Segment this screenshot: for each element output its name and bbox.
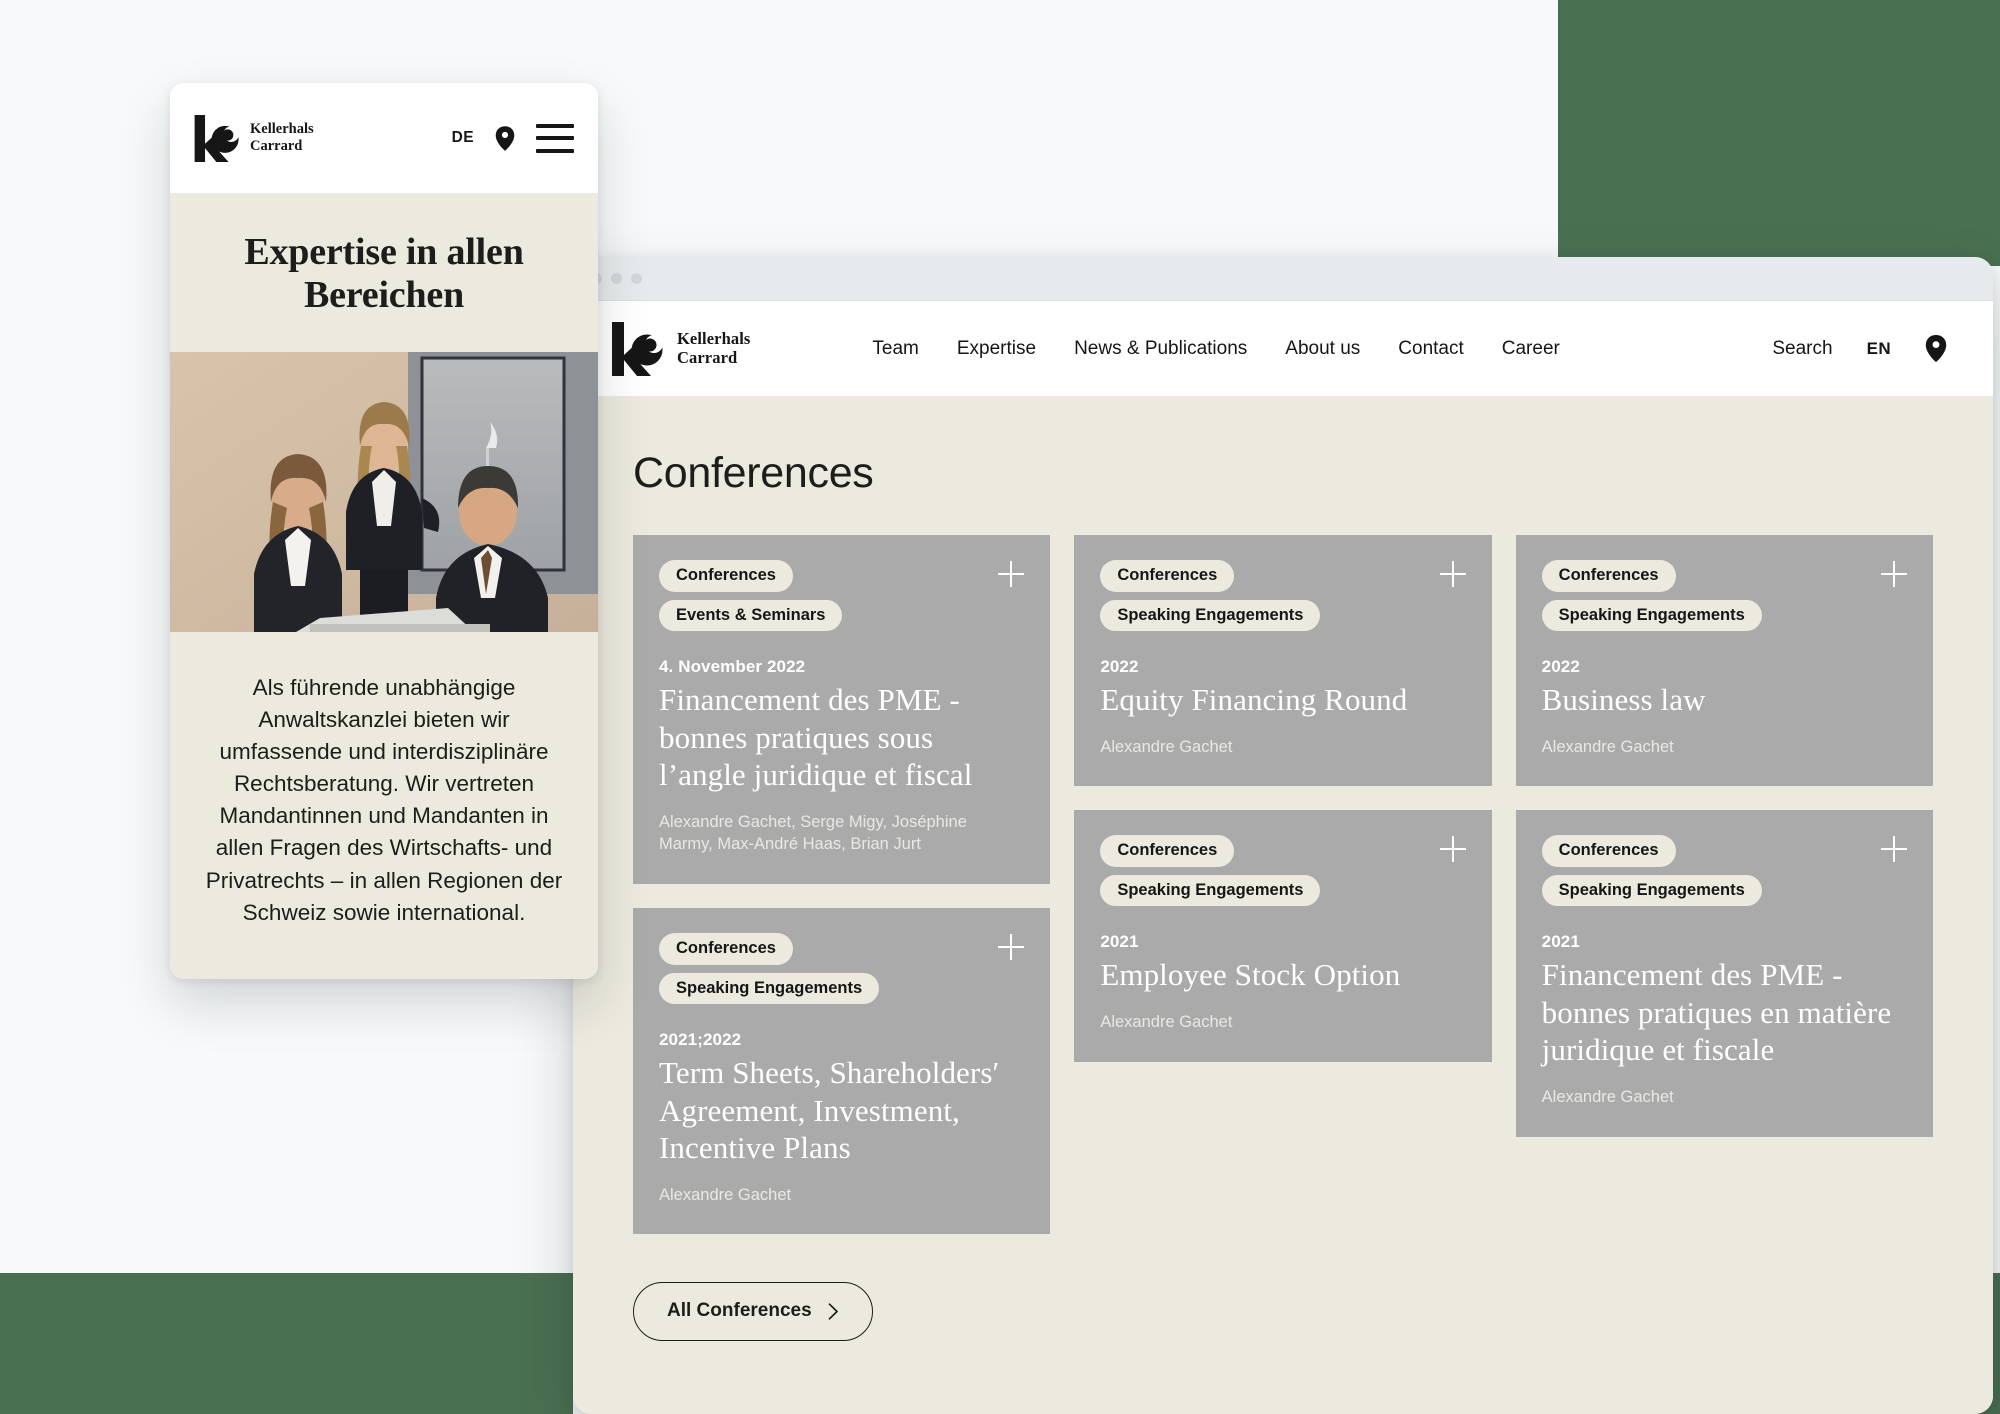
nav-item-career[interactable]: Career (1502, 338, 1560, 360)
tag-chip[interactable]: Conferences (1100, 560, 1235, 592)
search-button[interactable]: Search (1772, 338, 1832, 360)
grid-column-3: Conferences Speaking Engagements 2022 Bu… (1515, 535, 1933, 1137)
backdrop-green-right (1558, 0, 2000, 266)
nav-utilities: Search EN (1772, 335, 1947, 362)
language-switcher[interactable]: EN (1867, 339, 1891, 359)
mobile-header: Kellerhals Carrard DE (170, 83, 598, 193)
tag-chip[interactable]: Conferences (659, 933, 793, 965)
mobile-hero: Expertise in allen Bereichen (170, 193, 598, 352)
page-title: Conferences (633, 449, 874, 497)
card-authors: Alexandre Gachet (1100, 737, 1233, 756)
nav-item-team[interactable]: Team (872, 338, 918, 360)
card-tag-list: Conferences Events & Seminars (659, 560, 1024, 631)
page-content: Conferences Conferences Events & Seminar… (573, 397, 1993, 1414)
conference-card[interactable]: Conferences Speaking Engagements 2021;20… (633, 908, 1051, 1235)
site-logo[interactable]: Kellerhals Carrard (609, 320, 750, 378)
primary-nav: Team Expertise News & Publications About… (872, 338, 1559, 360)
conference-card[interactable]: Conferences Speaking Engagements 2021 Fi… (1515, 810, 1933, 1137)
location-pin-icon[interactable] (495, 125, 515, 151)
tag-chip[interactable]: Speaking Engagements (1100, 874, 1321, 907)
mobile-language-switcher[interactable]: DE (452, 129, 474, 147)
tag-chip[interactable]: Conferences (1541, 560, 1676, 592)
conferences-card-grid: Conferences Events & Seminars 4. Novembe… (633, 535, 1933, 1235)
nav-item-expertise[interactable]: Expertise (957, 338, 1036, 360)
conference-card[interactable]: Conferences Speaking Engagements 2021 Em… (1074, 810, 1492, 1062)
card-tag-list: Conferences Speaking Engagements (659, 933, 1024, 1005)
brand-wordmark: Kellerhals Carrard (250, 121, 314, 154)
card-title: Financement des PME - bonnes pratiques s… (659, 682, 973, 792)
card-tag-list: Conferences Speaking Engagements (1541, 560, 1907, 631)
desktop-browser-mockup: Kellerhals Carrard Team Expertise News &… (573, 257, 1993, 1414)
card-title: Equity Financing Round (1100, 682, 1408, 717)
card-authors: Alexandre Gachet (1541, 737, 1674, 756)
plus-icon[interactable] (1881, 561, 1907, 587)
card-authors: Alexandre Gachet (659, 1185, 792, 1204)
card-date: 2021 (1100, 932, 1139, 952)
card-tag-list: Conferences Speaking Engagements (1100, 560, 1465, 631)
mobile-header-utilities: DE (452, 123, 574, 153)
kc-monogram-icon (194, 114, 239, 162)
tag-chip[interactable]: Conferences (1541, 835, 1676, 867)
nav-item-news-publications[interactable]: News & Publications (1074, 338, 1247, 360)
team-photo-illustration (170, 351, 598, 632)
card-date: 2021;2022 (659, 1030, 742, 1050)
card-date: 4. November 2022 (659, 657, 806, 676)
plus-icon[interactable] (1439, 561, 1466, 587)
tag-chip[interactable]: Speaking Engagements (1541, 874, 1762, 907)
grid-column-1: Conferences Events & Seminars 4. Novembe… (633, 535, 1051, 1235)
site-navigation-bar: Kellerhals Carrard Team Expertise News &… (573, 301, 1993, 397)
nav-item-contact[interactable]: Contact (1398, 338, 1463, 360)
mobile-hero-title: Expertise in allen Bereichen (244, 231, 524, 317)
conference-card[interactable]: Conferences Speaking Engagements 2022 Eq… (1074, 535, 1492, 787)
cta-row: All Conferences (633, 1282, 1933, 1342)
card-date: 2021 (1541, 932, 1580, 952)
card-authors: Alexandre Gachet (1541, 1087, 1674, 1106)
card-title: Business law (1541, 682, 1706, 717)
card-date: 2022 (1100, 657, 1139, 676)
tag-chip[interactable]: Speaking Engagements (1100, 599, 1321, 631)
conference-card[interactable]: Conferences Events & Seminars 4. Novembe… (633, 535, 1051, 885)
mobile-phone-mockup: Kellerhals Carrard DE Expertise in allen… (170, 83, 598, 979)
chevron-right-icon (828, 1303, 838, 1320)
hamburger-menu-icon[interactable] (536, 123, 574, 153)
plus-icon[interactable] (998, 934, 1025, 961)
mobile-body-copy: Als führende unabhängige Anwaltskanzlei … (170, 631, 598, 979)
all-conferences-label: All Conferences (667, 1300, 812, 1322)
tag-chip[interactable]: Conferences (659, 560, 793, 592)
grid-column-2: Conferences Speaking Engagements 2022 Eq… (1074, 535, 1492, 1062)
plus-icon[interactable] (998, 561, 1025, 587)
tag-chip[interactable]: Speaking Engagements (659, 972, 880, 1005)
screenshot-canvas: Kellerhals Carrard Team Expertise News &… (0, 0, 2000, 1414)
plus-icon[interactable] (1881, 836, 1907, 863)
location-pin-icon[interactable] (1925, 335, 1947, 362)
card-date: 2022 (1541, 657, 1580, 676)
kc-monogram-icon (612, 321, 663, 376)
browser-chrome-bar (573, 257, 1993, 301)
card-tag-list: Conferences Speaking Engagements (1100, 835, 1465, 907)
plus-icon[interactable] (1439, 836, 1466, 863)
conference-card[interactable]: Conferences Speaking Engagements 2022 Bu… (1515, 535, 1933, 787)
card-authors: Alexandre Gachet (1100, 1012, 1233, 1031)
backdrop-green-bottom (0, 1273, 573, 1414)
card-tag-list: Conferences Speaking Engagements (1541, 835, 1907, 907)
card-authors: Alexandre Gachet, Serge Migy, Joséphine … (659, 812, 967, 854)
nav-item-about-us[interactable]: About us (1285, 338, 1360, 360)
card-title: Term Sheets, Shareholders′ Agreement, In… (659, 1055, 1000, 1166)
tag-chip[interactable]: Speaking Engagements (1541, 599, 1762, 631)
card-title: Financement des PME - bonnes pratiques e… (1541, 957, 1892, 1068)
team-photo (170, 351, 598, 632)
brand-wordmark: Kellerhals Carrard (677, 328, 751, 367)
tag-chip[interactable]: Conferences (1100, 835, 1235, 867)
card-title: Employee Stock Option (1100, 957, 1401, 993)
mobile-site-logo[interactable]: Kellerhals Carrard (192, 113, 314, 164)
window-maximize-dot[interactable] (631, 273, 642, 284)
tag-chip[interactable]: Events & Seminars (659, 599, 843, 631)
all-conferences-button[interactable]: All Conferences (633, 1282, 873, 1342)
window-minimize-dot[interactable] (611, 273, 622, 284)
